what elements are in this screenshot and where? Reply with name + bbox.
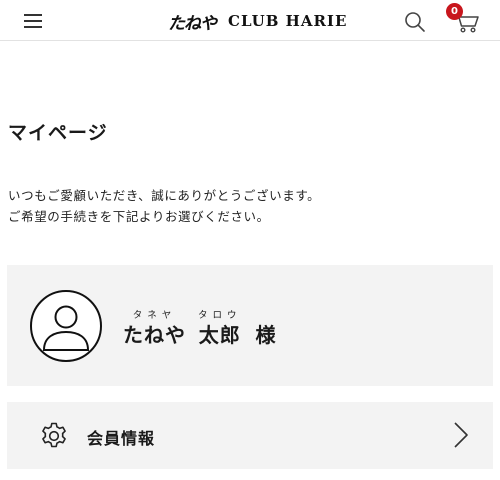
chevron-right-icon: [453, 421, 469, 449]
given-name-group: タロウ 太郎: [198, 309, 242, 348]
honorific: 様: [255, 323, 276, 347]
user-card: タネヤ たねや タロウ 太郎 様: [7, 265, 493, 386]
user-name: タネヤ たねや タロウ 太郎 様: [123, 309, 276, 348]
family-name: たねや: [123, 323, 186, 347]
gear-icon: [39, 421, 69, 451]
greeting-line-2: ご希望の手続きを下記よりお選びください。: [8, 209, 270, 224]
menu-icon[interactable]: [24, 13, 42, 28]
greeting-text: いつもご愛顧いただき、誠にありがとうございます。 ご希望の手続きを下記よりお選び…: [8, 185, 488, 227]
search-icon[interactable]: [404, 11, 426, 33]
family-name-kana: タネヤ: [132, 310, 177, 321]
logo-english: CLUB HARIE: [228, 12, 348, 30]
greeting-line-1: いつもご愛顧いただき、誠にありがとうございます。: [8, 188, 321, 203]
logo-japanese: たねや: [168, 13, 217, 34]
member-info-link[interactable]: 会員情報: [7, 402, 493, 469]
family-name-group: タネヤ たねや: [123, 309, 186, 348]
given-name-kana: タロウ: [198, 310, 242, 321]
page-title: マイページ: [8, 122, 108, 144]
member-info-label: 会員情報: [87, 429, 156, 448]
site-logo[interactable]: たねや CLUB HARIE: [168, 9, 348, 34]
cart-count-badge: 0: [446, 3, 463, 20]
given-name: 太郎: [198, 323, 241, 347]
user-avatar-icon: [29, 289, 103, 363]
site-header: たねや CLUB HARIE 0: [0, 0, 500, 41]
